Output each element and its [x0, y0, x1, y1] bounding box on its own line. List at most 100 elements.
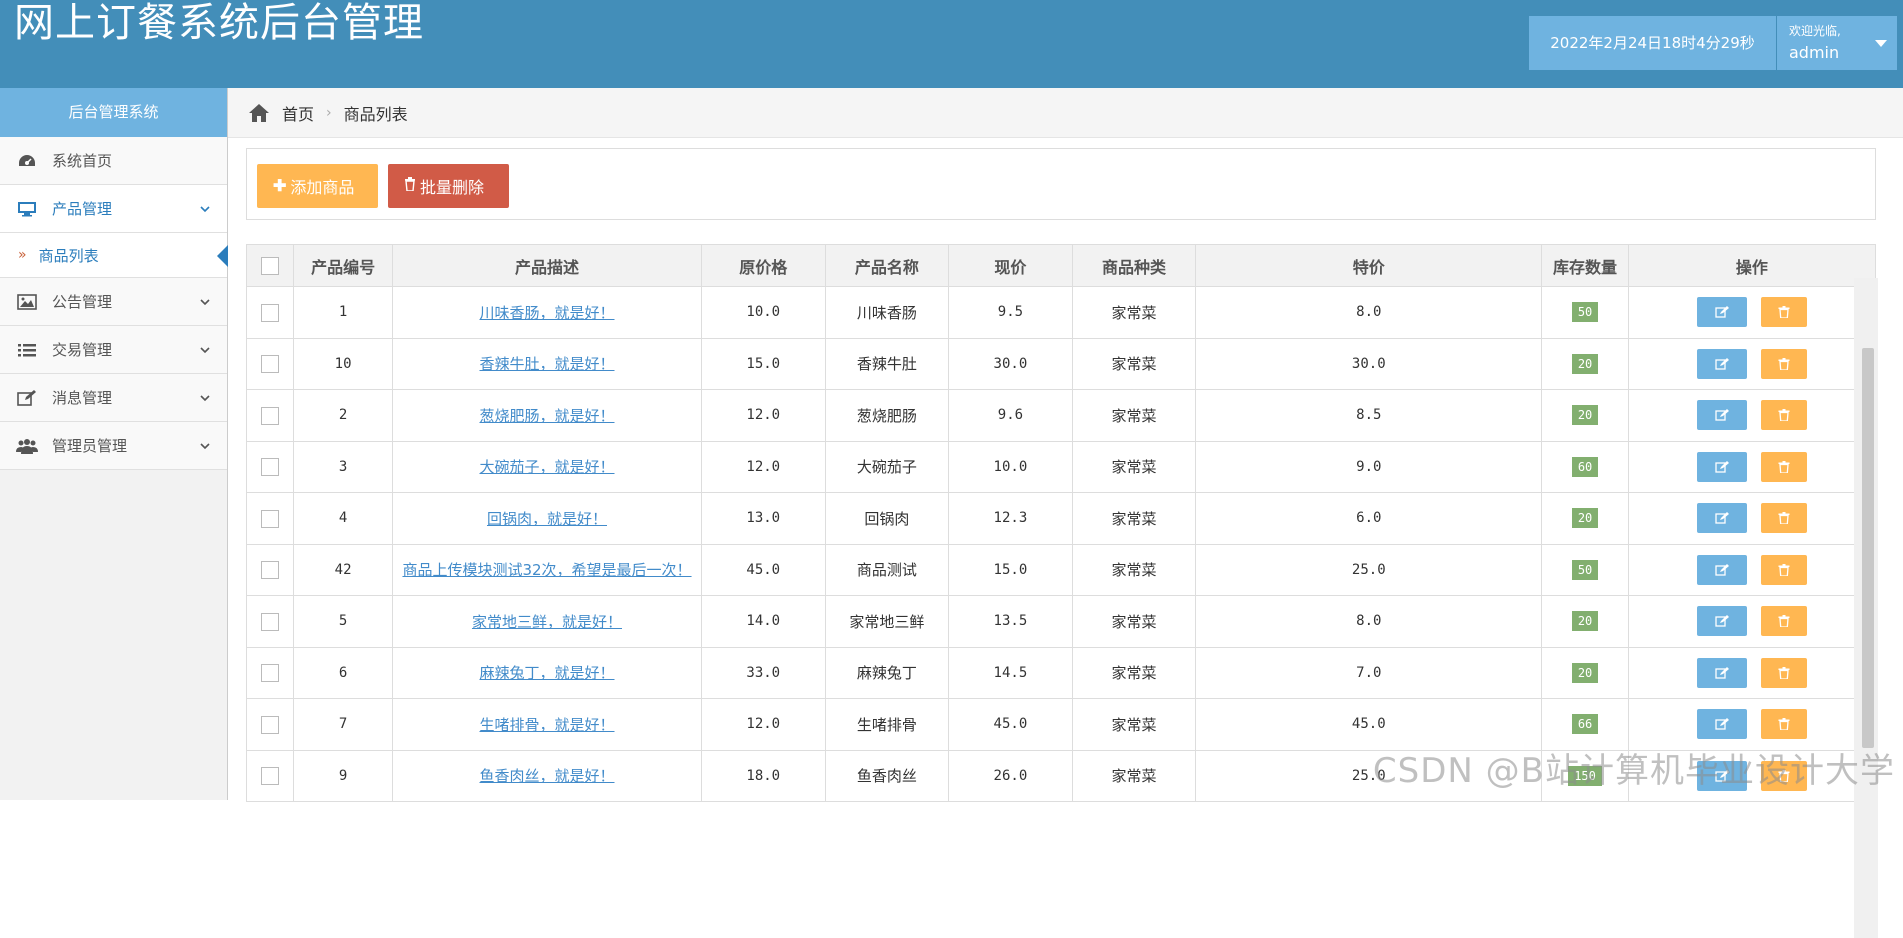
column-header[interactable]: 原价格: [701, 245, 825, 287]
delete-button[interactable]: [1761, 400, 1807, 430]
product-desc-link[interactable]: 川味香肠，就是好！: [479, 304, 614, 322]
product-desc-link[interactable]: 鱼香肉丝，就是好！: [479, 767, 614, 785]
row-checkbox[interactable]: [261, 561, 279, 579]
column-header: 操作: [1628, 245, 1875, 287]
row-checkbox[interactable]: [261, 355, 279, 373]
current-price: 9.5: [949, 287, 1073, 339]
current-price: 14.5: [949, 647, 1073, 699]
desktop-icon: [16, 200, 38, 218]
row-select-cell: [247, 750, 294, 802]
product-desc-cell: 商品上传模块测试32次，希望是最后一次！: [393, 544, 702, 596]
table-row: 2葱烧肥肠，就是好！12.0葱烧肥肠9.6家常菜8.520: [247, 390, 1876, 442]
product-desc-link[interactable]: 香辣牛肚，就是好！: [479, 355, 614, 373]
row-checkbox[interactable]: [261, 716, 279, 734]
column-header[interactable]: 商品种类: [1072, 245, 1196, 287]
sidebar-subitem-product-list[interactable]: » 商品列表: [0, 233, 227, 278]
sidebar-item-transactions[interactable]: 交易管理: [0, 326, 227, 374]
actions-cell: [1628, 647, 1875, 699]
vertical-scrollbar[interactable]: [1854, 278, 1878, 938]
row-checkbox[interactable]: [261, 664, 279, 682]
sidebar-item-admins[interactable]: 管理员管理: [0, 422, 227, 470]
edit-button[interactable]: [1697, 349, 1747, 379]
edit-button[interactable]: [1697, 400, 1747, 430]
current-price: 15.0: [949, 544, 1073, 596]
current-price: 13.5: [949, 596, 1073, 648]
product-type: 家常菜: [1072, 750, 1196, 802]
header-right: 2022年2月24日18时4分29秒 欢迎光临, admin: [1529, 16, 1897, 70]
sidebar-item-label: 系统首页: [52, 150, 227, 171]
delete-button[interactable]: [1761, 297, 1807, 327]
delete-button[interactable]: [1761, 555, 1807, 585]
column-header[interactable]: 特价: [1196, 245, 1542, 287]
original-price: 10.0: [701, 287, 825, 339]
delete-button[interactable]: [1761, 709, 1807, 739]
sidebar-item-announcements[interactable]: 公告管理: [0, 278, 227, 326]
column-header[interactable]: 现价: [949, 245, 1073, 287]
main-content: ✚ 添加商品 批量删除 产品编号 产品描述 原价格 产品名称 现价 商品种类: [228, 138, 1878, 800]
breadcrumb-home-link[interactable]: 首页: [282, 101, 314, 125]
product-desc-link[interactable]: 生啫排骨，就是好！: [479, 716, 614, 734]
welcome-text: 欢迎光临,: [1789, 22, 1841, 39]
row-checkbox[interactable]: [261, 613, 279, 631]
table-row: 10香辣牛肚，就是好！15.0香辣牛肚30.0家常菜30.020: [247, 338, 1876, 390]
product-name: 大碗茄子: [825, 441, 949, 493]
column-header[interactable]: 产品描述: [393, 245, 702, 287]
actions-cell: [1628, 544, 1875, 596]
product-name: 商品测试: [825, 544, 949, 596]
user-menu[interactable]: 欢迎光临, admin: [1777, 16, 1897, 70]
scrollbar-thumb[interactable]: [1862, 348, 1874, 748]
delete-button[interactable]: [1761, 452, 1807, 482]
edit-button[interactable]: [1697, 503, 1747, 533]
product-desc-link[interactable]: 商品上传模块测试32次，希望是最后一次！: [402, 561, 691, 579]
product-desc-link[interactable]: 葱烧肥肠，就是好！: [479, 407, 614, 425]
edit-button[interactable]: [1697, 709, 1747, 739]
product-name: 葱烧肥肠: [825, 390, 949, 442]
edit-button[interactable]: [1697, 452, 1747, 482]
column-header[interactable]: 产品名称: [825, 245, 949, 287]
product-name: 家常地三鲜: [825, 596, 949, 648]
column-header[interactable]: 库存数量: [1542, 245, 1629, 287]
sidebar-item-messages[interactable]: 消息管理: [0, 374, 227, 422]
row-checkbox[interactable]: [261, 458, 279, 476]
add-product-button[interactable]: ✚ 添加商品: [257, 164, 378, 208]
row-checkbox[interactable]: [261, 304, 279, 322]
delete-button[interactable]: [1761, 606, 1807, 636]
batch-delete-button[interactable]: 批量删除: [388, 164, 509, 208]
delete-button[interactable]: [1761, 658, 1807, 688]
column-header[interactable]: 产品编号: [294, 245, 393, 287]
special-price: 9.0: [1196, 441, 1542, 493]
double-arrow-icon: »: [18, 247, 27, 263]
table-row: 5家常地三鲜，就是好！14.0家常地三鲜13.5家常菜8.020: [247, 596, 1876, 648]
sidebar-item-products[interactable]: 产品管理: [0, 185, 227, 233]
product-desc-cell: 鱼香肉丝，就是好！: [393, 750, 702, 802]
select-all-checkbox[interactable]: [261, 257, 279, 275]
product-id: 2: [294, 390, 393, 442]
row-checkbox[interactable]: [261, 510, 279, 528]
product-type: 家常菜: [1072, 699, 1196, 751]
sidebar-title: 后台管理系统: [0, 88, 227, 137]
product-desc-link[interactable]: 回锅肉，就是好！: [487, 510, 607, 528]
sidebar-item-label: 交易管理: [52, 339, 199, 360]
row-checkbox[interactable]: [261, 407, 279, 425]
original-price: 14.0: [701, 596, 825, 648]
edit-button[interactable]: [1697, 555, 1747, 585]
row-checkbox[interactable]: [261, 767, 279, 785]
stock-badge: 60: [1572, 457, 1598, 477]
table-row: 6麻辣兔丁，就是好！33.0麻辣兔丁14.5家常菜7.020: [247, 647, 1876, 699]
edit-button[interactable]: [1697, 658, 1747, 688]
original-price: 15.0: [701, 338, 825, 390]
product-id: 42: [294, 544, 393, 596]
sidebar-item-dashboard[interactable]: 系统首页: [0, 137, 227, 185]
delete-button[interactable]: [1761, 503, 1807, 533]
product-type: 家常菜: [1072, 390, 1196, 442]
current-price: 26.0: [949, 750, 1073, 802]
product-desc-link[interactable]: 家常地三鲜，就是好！: [472, 613, 622, 631]
edit-button[interactable]: [1697, 297, 1747, 327]
stock-badge: 50: [1572, 560, 1598, 580]
delete-button[interactable]: [1761, 349, 1807, 379]
original-price: 13.0: [701, 493, 825, 545]
product-desc-link[interactable]: 大碗茄子，就是好！: [479, 458, 614, 476]
edit-button[interactable]: [1697, 606, 1747, 636]
actions-cell: [1628, 441, 1875, 493]
product-desc-link[interactable]: 麻辣兔丁，就是好！: [479, 664, 614, 682]
